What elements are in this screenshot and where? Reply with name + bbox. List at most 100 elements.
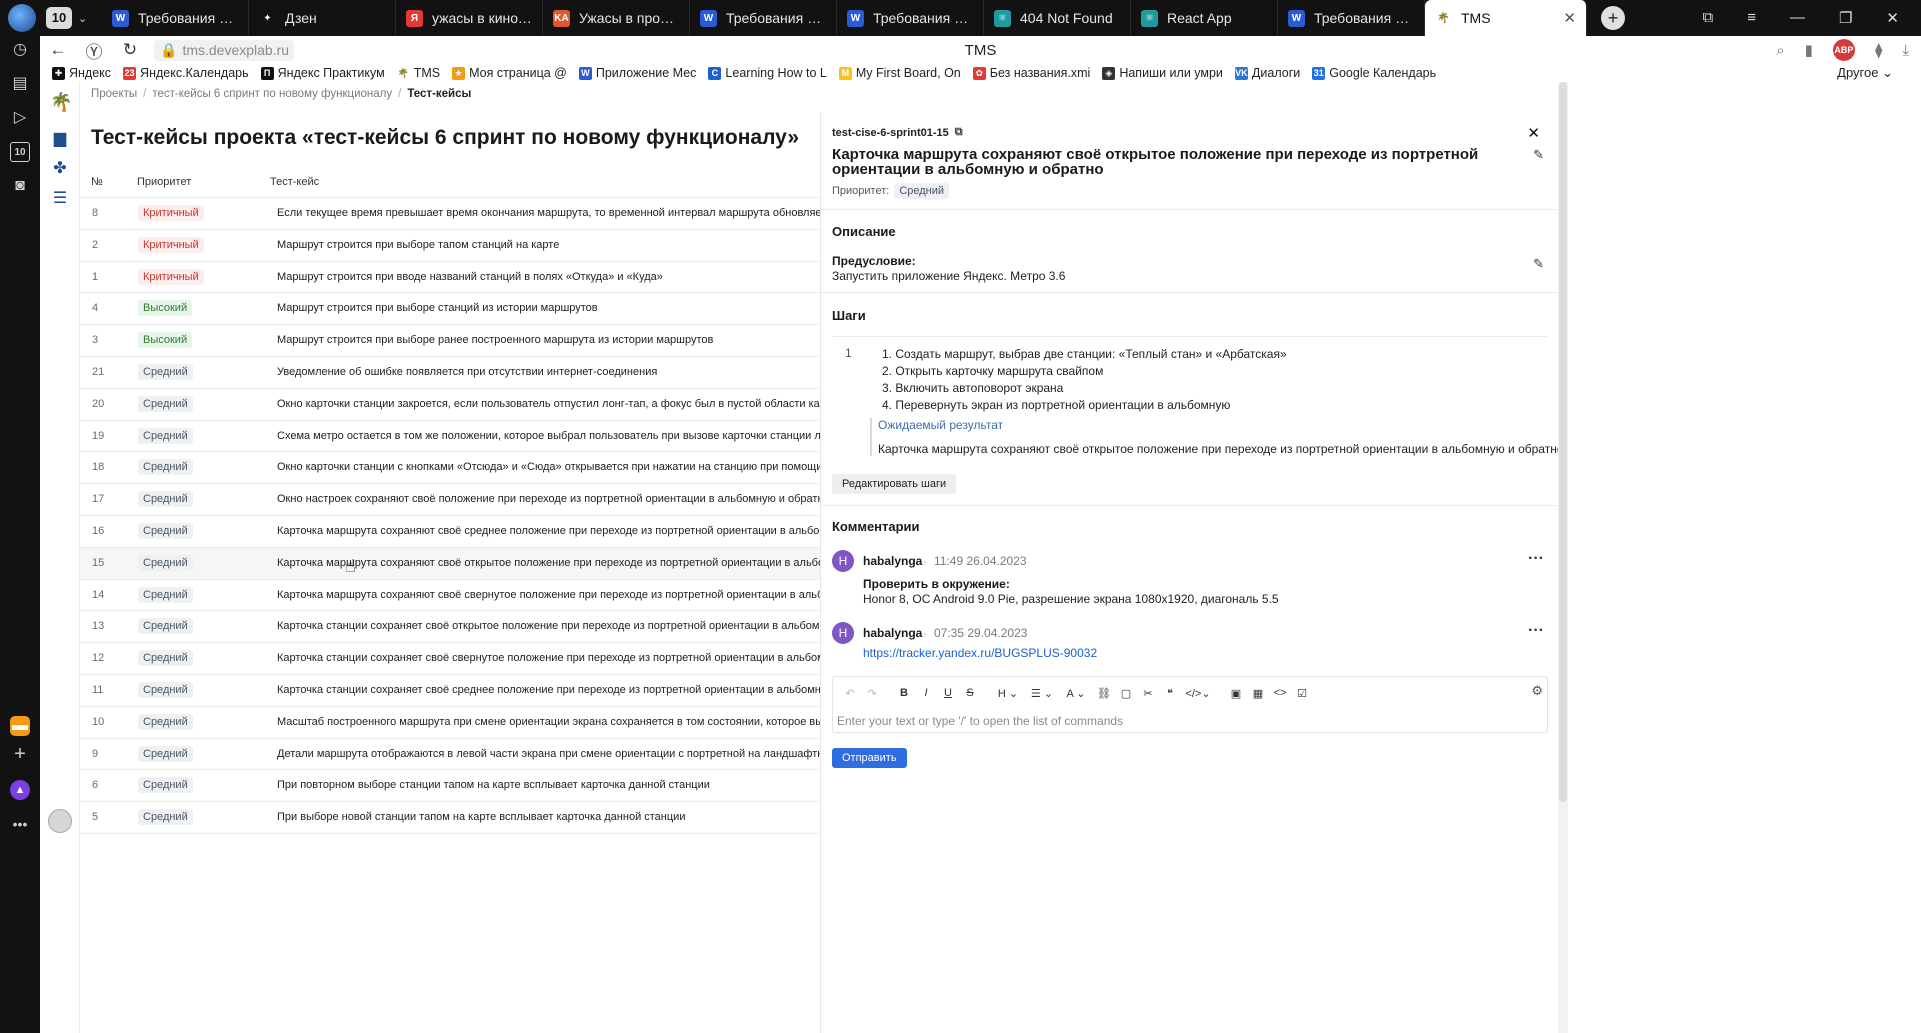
table-row[interactable]: 18 Средний Окно карточки станции с кнопкам… [80, 452, 820, 485]
redo-icon[interactable]: ↷ [861, 687, 883, 700]
collections-icon[interactable]: ⧉ [1702, 9, 1713, 27]
add-panel-icon[interactable]: + [10, 744, 30, 764]
testcase-link[interactable]: При выборе новой станции тапом на карте … [277, 811, 820, 823]
table-row[interactable]: 12 Средний Карточка станции сохраняет своё… [80, 643, 820, 675]
browser-tab[interactable]: ⚛ React App [1131, 0, 1278, 36]
bookmark-item[interactable]: M My First Board, On [838, 66, 961, 80]
browser-tab[interactable]: W Требования к рас [837, 0, 984, 36]
table-row[interactable]: 16 Средний Карточка маршрута сохраняют сво… [80, 516, 820, 548]
testcase-link[interactable]: Карточка станции сохраняет своё свернуто… [277, 652, 820, 664]
minimize-icon[interactable]: — [1790, 9, 1805, 27]
restore-icon[interactable]: ❐ [1839, 9, 1852, 27]
media-icon[interactable]: ◙ [10, 176, 30, 196]
tabs-dropdown-icon[interactable]: ⌄ [78, 12, 98, 25]
checkbox-icon[interactable]: ☑ [1291, 687, 1313, 700]
table-row[interactable]: 6 Средний При повторном выборе станции тап… [80, 770, 820, 803]
send-button[interactable]: Отправить [832, 748, 907, 768]
bookmark-item[interactable]: ◈ Напиши или умри [1102, 66, 1223, 80]
table-row[interactable]: 17 Средний Окно настроек сохраняют своё по… [80, 484, 820, 516]
testcase-link[interactable]: Масштаб построенного маршрута при смене … [277, 716, 820, 728]
yandex-home-icon[interactable]: Ⓨ [76, 38, 112, 63]
strikethrough-icon[interactable]: S [959, 687, 981, 699]
close-window-icon[interactable]: ✕ [1886, 9, 1899, 27]
news-icon[interactable]: ▤ [10, 74, 30, 94]
bookmark-item[interactable]: ✚ Яндекс [52, 66, 111, 80]
browser-tab[interactable]: W Требования к Янд [1278, 0, 1425, 36]
browser-tab[interactable]: Яужасы в кинотеат [396, 0, 543, 36]
reload-icon[interactable]: ↻ [112, 40, 148, 60]
browser-tab[interactable]: 🌴 TMS ✕ [1425, 0, 1587, 36]
table-row[interactable]: 9 Средний Детали маршрута отображаются в л… [80, 739, 820, 771]
edit-steps-button[interactable]: Редактировать шаги [832, 474, 957, 494]
testcase-link[interactable]: Маршрут строится при вводе названий стан… [277, 271, 820, 283]
testcase-link[interactable]: Маршрут строится при выборе ранее постро… [277, 334, 820, 346]
bookmark-item[interactable]: W Приложение Мес [578, 66, 696, 80]
new-tab-button[interactable]: + [1601, 6, 1625, 30]
testcase-link[interactable]: Карточка станции сохраняет своё открытое… [277, 620, 820, 632]
table-row[interactable]: 13 Средний Карточка станции сохраняет своё… [80, 611, 820, 644]
bookmark-item[interactable]: VK Диалоги [1234, 66, 1300, 80]
url-field[interactable]: 🔒 tms.devexplab.ru [154, 39, 294, 61]
close-tab-icon[interactable]: ✕ [1563, 9, 1576, 27]
testcase-link[interactable]: Маршрут строится при выборе тапом станци… [277, 239, 820, 251]
breadcrumb-projects[interactable]: Проекты [91, 88, 137, 100]
quote-icon[interactable]: ❝ [1159, 687, 1181, 700]
browser-tab[interactable]: ⚛ 404 Not Found [984, 0, 1131, 36]
table-row[interactable]: 2 Критичный Маршрут строится при выборе та… [80, 230, 820, 262]
testcase-link[interactable]: Окно настроек сохраняют своё положение п… [277, 493, 820, 505]
downloads-icon[interactable]: ⤓ [1902, 42, 1909, 59]
underline-icon[interactable]: U [937, 687, 959, 699]
list-format-icon[interactable]: ☰ ⌄ [1025, 687, 1059, 700]
bookmarks-other[interactable]: Другое ⌄ [1837, 65, 1893, 81]
text-color-icon[interactable]: A ⌄ [1059, 687, 1093, 700]
edit-title-icon[interactable]: ✎ [1533, 147, 1544, 163]
table-row[interactable]: 19 Средний Схема метро остается в том же п… [80, 421, 820, 453]
note-icon[interactable]: ▢ [1115, 687, 1137, 700]
testcase-link[interactable]: Карточка маршрута сохраняют своё среднее… [277, 525, 820, 537]
browser-tab[interactable]: W Требования к Янд [102, 0, 249, 36]
code-block-icon[interactable]: <> [1269, 687, 1291, 699]
testcase-link[interactable]: Карточка станции сохраняет своё среднее … [277, 684, 820, 696]
browser-profile-icon[interactable] [8, 4, 36, 32]
alice-icon[interactable]: ▲ [10, 780, 30, 800]
testcase-link[interactable]: Окно карточки станции закроется, если по… [277, 398, 820, 410]
table-row[interactable]: 3 Высокий Маршрут строится при выборе ране… [80, 325, 820, 357]
testcase-link[interactable]: Схема метро остается в том же положении,… [277, 430, 820, 442]
browser-tab[interactable]: ✦ Дзен [249, 0, 396, 36]
bookmark-item[interactable]: 31 Google Календарь [1312, 66, 1436, 80]
breadcrumb-project[interactable]: тест-кейсы 6 спринт по новому функционал… [152, 88, 392, 100]
image-icon[interactable]: ▣ [1225, 687, 1247, 700]
testcase-link[interactable]: Карточка маршрута сохраняют своё свернут… [277, 589, 820, 601]
back-icon[interactable]: ← [40, 40, 76, 60]
table-row[interactable]: 11 Средний Карточка станции сохраняет своё… [80, 675, 820, 707]
edit-description-icon[interactable]: ✎ [1533, 256, 1544, 272]
undo-icon[interactable]: ↶ [839, 687, 861, 700]
folder-icon[interactable]: ▆ [50, 128, 70, 148]
table-row[interactable]: 1 Критичный Маршрут строится при вводе наз… [80, 262, 820, 294]
browser-tab[interactable]: KA Ужасы в прокате [543, 0, 690, 36]
tab-count-badge[interactable]: 10 [46, 7, 72, 29]
heading-icon[interactable]: H ⌄ [991, 687, 1025, 700]
bookmark-icon[interactable]: ▮ [1805, 41, 1813, 59]
table-icon[interactable]: ▦ [1247, 687, 1269, 700]
comment-link[interactable]: https://tracker.yandex.ru/BUGSPLUS-90032 [863, 646, 1097, 660]
bookmark-item[interactable]: П Яндекс Практикум [260, 66, 385, 80]
close-panel-icon[interactable]: ✕ [1527, 124, 1540, 142]
comment-input[interactable] [837, 714, 1517, 728]
tabs-counter-icon[interactable]: 10 [10, 142, 30, 162]
browser-tab[interactable]: W Требования к Янд [690, 0, 837, 36]
testcase-link[interactable]: Карточка маршрута сохраняют своё открыто… [277, 557, 820, 569]
testcase-link[interactable]: Маршрут строится при выборе станций из и… [277, 302, 820, 314]
bookmark-item[interactable]: C Learning How to L [708, 66, 827, 80]
italic-icon[interactable]: I [915, 687, 937, 699]
column-num[interactable]: № [91, 176, 103, 188]
table-row[interactable]: 14 Средний Карточка маршрута сохраняют сво… [80, 580, 820, 612]
list-icon[interactable]: ☰ [50, 188, 70, 208]
history-icon[interactable]: ◷ [10, 40, 30, 60]
bookmark-item[interactable]: ✿ Без названия.xmi [972, 66, 1090, 80]
comment-more-icon[interactable]: ··· [1528, 550, 1544, 568]
panel-scrollbar[interactable] [1558, 82, 1568, 1033]
team-icon[interactable]: ✤ [50, 158, 70, 178]
table-row[interactable]: 20 Средний Окно карточки станции закроется… [80, 389, 820, 421]
more-icon[interactable]: ••• [10, 814, 30, 834]
